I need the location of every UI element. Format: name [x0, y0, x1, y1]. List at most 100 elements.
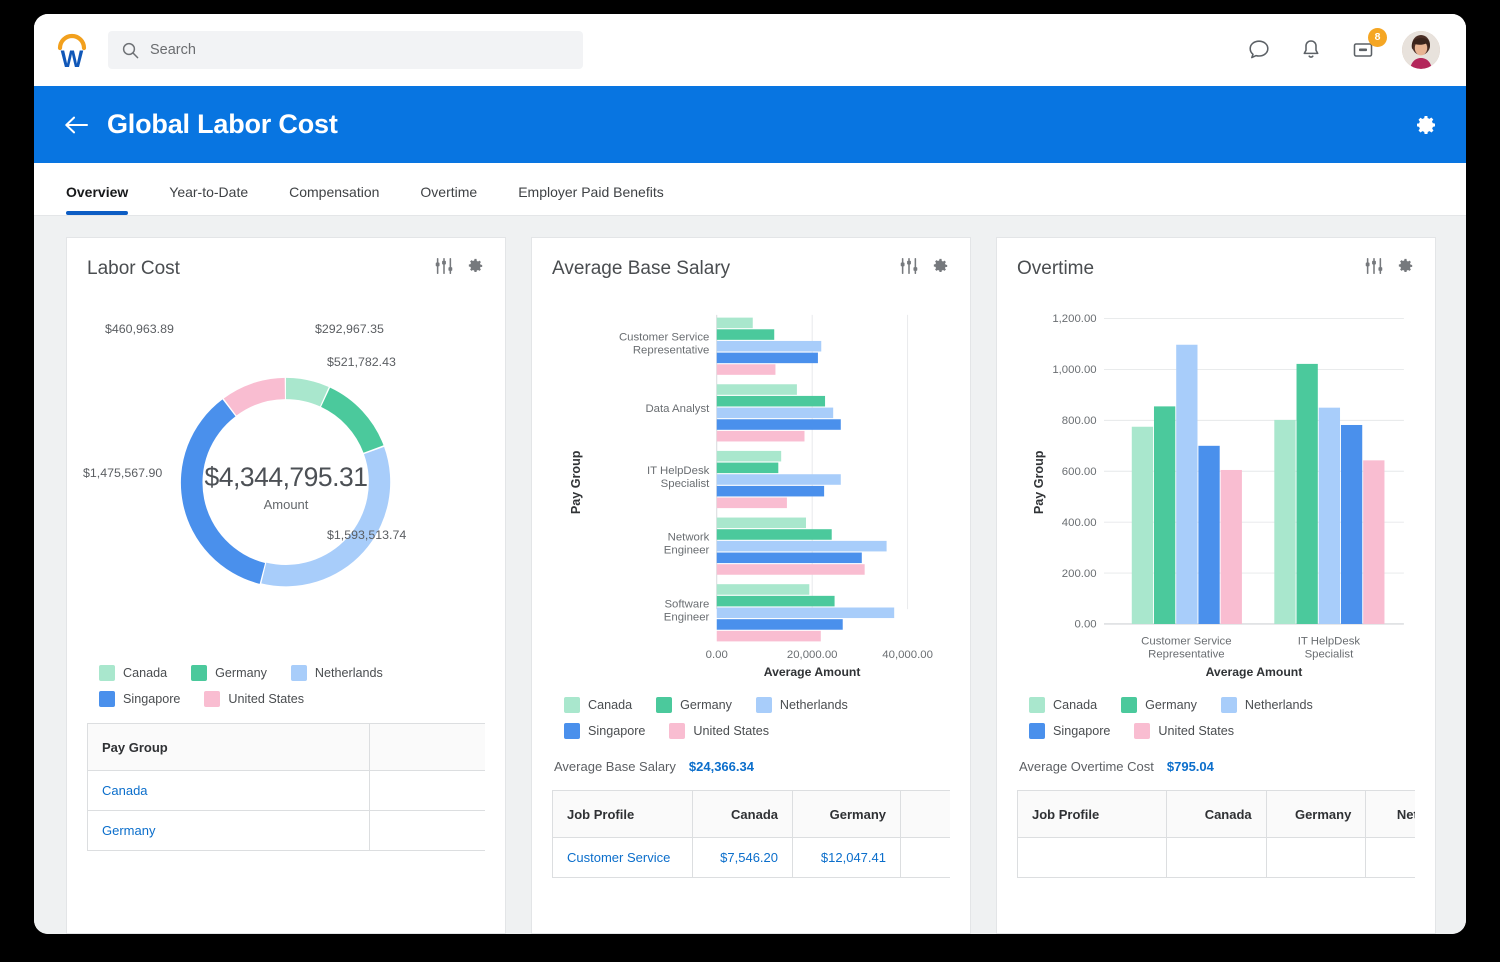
- legend-label-netherlands: Netherlands: [315, 666, 383, 680]
- link-germany[interactable]: Germany: [102, 823, 155, 838]
- legend-item-canada[interactable]: Canada: [99, 665, 167, 681]
- search-input[interactable]: [150, 42, 569, 58]
- chat-icon[interactable]: [1246, 37, 1272, 63]
- summary-value[interactable]: $24,366.34: [689, 759, 754, 774]
- back-arrow-icon[interactable]: [64, 114, 90, 136]
- donut-slice-germany: [321, 388, 383, 453]
- summary-value[interactable]: $795.04: [1167, 759, 1214, 774]
- legend-item-singapore[interactable]: Singapore: [564, 723, 645, 739]
- donut-label-united-states: $460,963.89: [105, 322, 174, 336]
- legend-swatch-netherlands: [291, 665, 307, 681]
- bell-icon[interactable]: [1298, 37, 1324, 63]
- col-germany[interactable]: Germany: [1266, 791, 1366, 838]
- tab-overview[interactable]: Overview: [66, 184, 128, 215]
- col-canada[interactable]: Canada: [693, 791, 793, 838]
- card-header: Average Base Salary: [552, 256, 950, 281]
- svg-text:600.00: 600.00: [1062, 466, 1097, 478]
- legend-item-netherlands[interactable]: Netherlands: [756, 697, 848, 713]
- cell-canada: [1166, 838, 1266, 878]
- legend-label-canada: Canada: [123, 666, 167, 680]
- col-germany[interactable]: Germany: [793, 791, 901, 838]
- gear-icon[interactable]: [1395, 256, 1415, 281]
- legend-swatch-canada: [99, 665, 115, 681]
- gear-icon[interactable]: [930, 256, 950, 281]
- legend-item-canada[interactable]: Canada: [564, 697, 632, 713]
- filter-sliders-icon[interactable]: [1364, 256, 1384, 281]
- cell-germany: [1266, 838, 1366, 878]
- col-canada[interactable]: Canada: [1166, 791, 1266, 838]
- donut-label-netherlands: $1,593,513.74: [327, 528, 406, 542]
- svg-text:40,000.00: 40,000.00: [882, 649, 933, 661]
- legend-swatch-germany: [191, 665, 207, 681]
- svg-text:Software: Software: [664, 598, 709, 610]
- link-customer-service[interactable]: Customer Service: [567, 850, 670, 865]
- col-amount[interactable]: [370, 724, 486, 771]
- avatar[interactable]: [1402, 31, 1440, 69]
- tab-overtime[interactable]: Overtime: [420, 184, 477, 215]
- legend-item-singapore[interactable]: Singapore: [99, 691, 180, 707]
- svg-text:IT HelpDesk: IT HelpDesk: [647, 465, 710, 477]
- cell-job-profile: Customer Service: [553, 838, 693, 878]
- legend-swatch-netherlands: [756, 697, 772, 713]
- tab-employer-paid-benefits[interactable]: Employer Paid Benefits: [518, 184, 664, 215]
- top-bar-icons: 8: [1246, 31, 1440, 69]
- legend-label-united-states: United States: [693, 724, 769, 738]
- tab-year-to-date[interactable]: Year-to-Date: [169, 184, 248, 215]
- legend-label-germany: Germany: [680, 698, 732, 712]
- legend-label-singapore: Singapore: [1053, 724, 1110, 738]
- legend-item-united-states[interactable]: United States: [1134, 723, 1234, 739]
- search-box[interactable]: [108, 31, 583, 69]
- legend-item-germany[interactable]: Germany: [191, 665, 267, 681]
- card-header-icons: [1364, 256, 1415, 281]
- legend-item-singapore[interactable]: Singapore: [1029, 723, 1110, 739]
- bar-germany: [1154, 406, 1175, 624]
- gear-icon[interactable]: [465, 256, 485, 281]
- col-netherlands[interactable]: Netherl: [901, 791, 951, 838]
- legend-item-united-states[interactable]: United States: [669, 723, 769, 739]
- filter-sliders-icon[interactable]: [434, 256, 454, 281]
- col-job-profile[interactable]: Job Profile: [1018, 791, 1167, 838]
- col-pay-group[interactable]: Pay Group: [88, 724, 370, 771]
- page-header: Global Labor Cost: [34, 86, 1466, 163]
- donut-slice-canada: [286, 378, 329, 407]
- legend-item-netherlands[interactable]: Netherlands: [1221, 697, 1313, 713]
- col-job-profile[interactable]: Job Profile: [553, 791, 693, 838]
- bar-netherlands: [1319, 408, 1340, 624]
- header-gear-icon[interactable]: [1414, 113, 1438, 137]
- legend-item-germany[interactable]: Germany: [656, 697, 732, 713]
- legend-label-singapore: Singapore: [588, 724, 645, 738]
- workday-logo[interactable]: W: [50, 28, 94, 72]
- legend-label-united-states: United States: [1158, 724, 1234, 738]
- page-title: Global Labor Cost: [107, 109, 338, 140]
- col-netherlands[interactable]: Netherlands: [1366, 791, 1415, 838]
- legend-item-united-states[interactable]: United States: [204, 691, 304, 707]
- svg-text:Specialist: Specialist: [661, 478, 711, 490]
- summary-label: Average Overtime Cost: [1019, 759, 1154, 774]
- cell-amount: $: [370, 811, 486, 851]
- card-header-icons: [434, 256, 485, 281]
- legend-item-netherlands[interactable]: Netherlands: [291, 665, 383, 681]
- table-header-row: Job Profile Canada Germany Netherl: [553, 791, 951, 838]
- filter-sliders-icon[interactable]: [899, 256, 919, 281]
- summary-average-base-salary: Average Base Salary $24,366.34: [552, 759, 950, 774]
- legend-swatch-singapore: [99, 691, 115, 707]
- legend-item-germany[interactable]: Germany: [1121, 697, 1197, 713]
- table-row: Customer Service $7,546.20 $12,047.41 $2…: [553, 838, 951, 878]
- tab-compensation[interactable]: Compensation: [289, 184, 379, 215]
- legend-swatch-singapore: [564, 723, 580, 739]
- legend-item-canada[interactable]: Canada: [1029, 697, 1097, 713]
- global-top-bar: W: [34, 14, 1466, 86]
- svg-text:0.00: 0.00: [1074, 619, 1096, 631]
- donut-label-singapore: $1,475,567.90: [83, 466, 162, 480]
- inbox-icon[interactable]: 8: [1350, 37, 1376, 63]
- cell-netherlands: [1366, 838, 1415, 878]
- svg-text:1,200.00: 1,200.00: [1052, 313, 1096, 325]
- legend-label-canada: Canada: [1053, 698, 1097, 712]
- bar-singapore: [1198, 446, 1219, 624]
- link-canada[interactable]: Canada: [102, 783, 148, 798]
- svg-text:800.00: 800.00: [1062, 415, 1097, 427]
- card-title: Overtime: [1017, 258, 1094, 280]
- table-wrap-average-base-salary: Job Profile Canada Germany Netherl Custo…: [552, 790, 950, 878]
- svg-text:Specialist: Specialist: [1305, 648, 1355, 660]
- table-header-row: Job Profile Canada Germany Netherlands: [1018, 791, 1416, 838]
